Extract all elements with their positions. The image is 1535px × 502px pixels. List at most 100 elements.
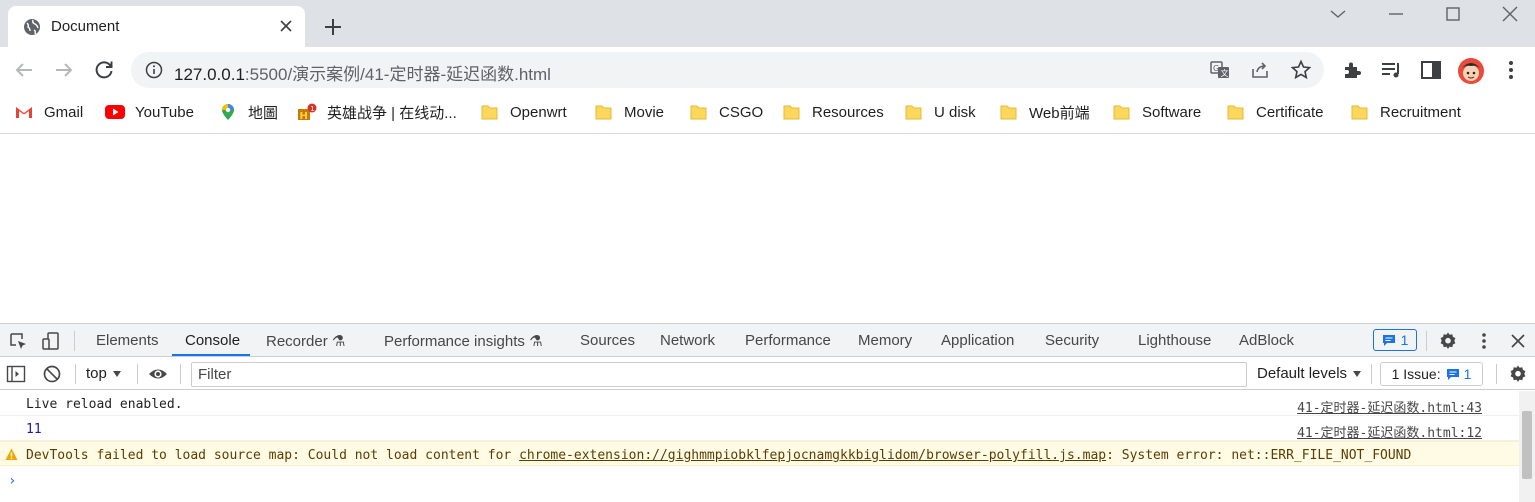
settings-gear-icon[interactable]	[1438, 331, 1458, 351]
tab-lighthouse[interactable]: Lighthouse	[1138, 332, 1211, 349]
issues-counter[interactable]: 1	[1373, 329, 1417, 351]
levels-label: Default levels	[1257, 365, 1348, 382]
tab-recorder[interactable]: Recorder ⚗	[266, 332, 345, 350]
tab-label: Performance insights	[384, 333, 525, 350]
tab-security[interactable]: Security	[1045, 332, 1099, 349]
folder-icon	[1351, 105, 1368, 120]
folder-icon	[1113, 105, 1130, 120]
new-tab-icon[interactable]	[322, 16, 344, 38]
back-arrow-icon[interactable]	[12, 58, 36, 82]
bookmark-folder-resources[interactable]: Resources	[782, 101, 884, 123]
clear-console-icon[interactable]	[42, 364, 62, 384]
tab-network[interactable]: Network	[660, 332, 715, 349]
svg-text:文: 文	[1221, 68, 1229, 78]
folder-icon	[690, 105, 707, 120]
svg-text:G: G	[1213, 64, 1219, 73]
maximize-icon[interactable]	[1443, 5, 1463, 23]
tab-strip: Document	[0, 0, 1535, 47]
scrollbar-thumb[interactable]	[1522, 411, 1532, 479]
issues-count-badge: 1	[1446, 366, 1471, 382]
warning-link[interactable]: chrome-extension://gighmmpiobklfepjocnam…	[519, 448, 1106, 463]
forward-arrow-icon[interactable]	[52, 58, 76, 82]
tab-title: Document	[51, 18, 120, 35]
issues-button[interactable]: 1 Issue: 1	[1380, 362, 1483, 386]
bookmark-folder-recruitment[interactable]: Recruitment	[1350, 101, 1461, 123]
console-scrollbar[interactable]	[1519, 391, 1535, 502]
bookmark-folder-web[interactable]: Web前端	[999, 101, 1090, 123]
profile-avatar[interactable]	[1458, 58, 1484, 84]
tab-sources[interactable]: Sources	[580, 332, 635, 349]
console-message: 11 41-定时器-延迟函数.html:12	[0, 416, 1519, 441]
bookmark-label: 英雄战争 | 在线动...	[327, 104, 457, 122]
bookmark-label: Software	[1142, 103, 1202, 121]
warning-suffix: : System error: net::ERR_FILE_NOT_FOUND	[1106, 448, 1412, 463]
bookmark-folder-udisk[interactable]: U disk	[904, 101, 976, 123]
message-source-link[interactable]: 41-定时器-延迟函数.html:43	[1297, 397, 1482, 416]
bookmark-label: Recruitment	[1380, 103, 1461, 121]
browser-tab[interactable]: Document	[8, 6, 305, 47]
more-options-icon[interactable]	[1474, 331, 1494, 351]
bookmark-folder-software[interactable]: Software	[1112, 101, 1201, 123]
bookmark-label: U disk	[934, 103, 976, 121]
folder-icon	[905, 105, 922, 120]
close-devtools-icon[interactable]	[1508, 331, 1528, 351]
site-info-icon[interactable]	[145, 61, 163, 79]
tab-performance[interactable]: Performance	[745, 332, 831, 349]
minimize-icon[interactable]	[1386, 5, 1406, 23]
message-source-link[interactable]: 41-定时器-延迟函数.html:12	[1297, 422, 1482, 441]
bookmark-folder-certificate[interactable]: Certificate	[1226, 101, 1324, 123]
side-panel-icon[interactable]	[1419, 58, 1443, 82]
toolbar-divider	[75, 364, 76, 384]
bookmark-gmail[interactable]: Gmail	[14, 101, 83, 123]
toolbar-divider	[1371, 364, 1372, 384]
tab-elements[interactable]: Elements	[96, 332, 159, 349]
tab-application[interactable]: Application	[941, 332, 1014, 349]
console-prompt[interactable]: ›	[8, 473, 16, 489]
bookmark-hero-game[interactable]: H 1 英雄战争 | 在线动...	[297, 101, 457, 123]
bookmark-youtube[interactable]: YouTube	[105, 101, 194, 123]
devtools-panel: Elements Console Recorder ⚗ Performance …	[0, 323, 1535, 502]
toolbar-divider	[1426, 331, 1427, 351]
url-text[interactable]: 127.0.0.1:5500/演示案例/41-定时器-延迟函数.html	[174, 60, 551, 85]
share-icon[interactable]	[1249, 59, 1271, 81]
dropdown-triangle-icon	[1353, 370, 1362, 377]
context-value: top	[86, 365, 107, 382]
chevron-down-icon[interactable]	[1328, 5, 1348, 23]
message-icon	[1382, 334, 1395, 346]
more-menu-icon[interactable]	[1499, 58, 1523, 82]
tab-console[interactable]: Console	[185, 332, 240, 349]
bookmarks-bar: Gmail YouTube 地圖 H 1 英雄战争 | 在线动... Openw…	[0, 94, 1535, 134]
bookmark-folder-movie[interactable]: Movie	[594, 101, 664, 123]
message-text: Live reload enabled.	[26, 397, 183, 412]
bookmark-star-icon[interactable]	[1290, 59, 1312, 81]
avatar-image	[1458, 58, 1484, 84]
media-queue-icon[interactable]	[1379, 58, 1403, 82]
reload-icon[interactable]	[92, 58, 116, 82]
address-bar[interactable]: 127.0.0.1:5500/演示案例/41-定时器-延迟函数.html G 文	[131, 52, 1324, 88]
console-filter-input[interactable]	[191, 362, 1247, 387]
bookmark-label: YouTube	[135, 103, 194, 121]
warning-prefix: DevTools failed to load source map: Coul…	[26, 448, 520, 463]
inspect-element-icon[interactable]	[8, 331, 28, 351]
close-tab-icon[interactable]	[277, 17, 295, 35]
sidebar-toggle-icon[interactable]	[6, 364, 26, 384]
context-selector[interactable]: top	[86, 365, 123, 382]
active-tab-indicator	[172, 354, 250, 356]
log-levels-dropdown[interactable]: Default levels	[1257, 365, 1363, 382]
console-settings-gear-icon[interactable]	[1508, 364, 1528, 384]
bookmark-maps[interactable]: 地圖	[218, 101, 278, 123]
folder-icon	[1227, 105, 1244, 120]
message-text: 11	[26, 422, 42, 437]
close-window-icon[interactable]	[1500, 5, 1520, 23]
devtools-tabbar: Elements Console Recorder ⚗ Performance …	[0, 324, 1535, 357]
tab-performance-insights[interactable]: Performance insights ⚗	[384, 332, 543, 350]
eye-icon[interactable]	[148, 364, 168, 384]
toolbar-divider	[137, 364, 138, 384]
bookmark-folder-csgo[interactable]: CSGO	[689, 101, 763, 123]
extensions-puzzle-icon[interactable]	[1340, 58, 1364, 82]
tab-memory[interactable]: Memory	[858, 332, 912, 349]
bookmark-folder-openwrt[interactable]: Openwrt	[480, 101, 567, 123]
device-toolbar-icon[interactable]	[41, 331, 61, 351]
tab-adblock[interactable]: AdBlock	[1239, 332, 1294, 349]
translate-icon[interactable]: G 文	[1209, 59, 1231, 81]
